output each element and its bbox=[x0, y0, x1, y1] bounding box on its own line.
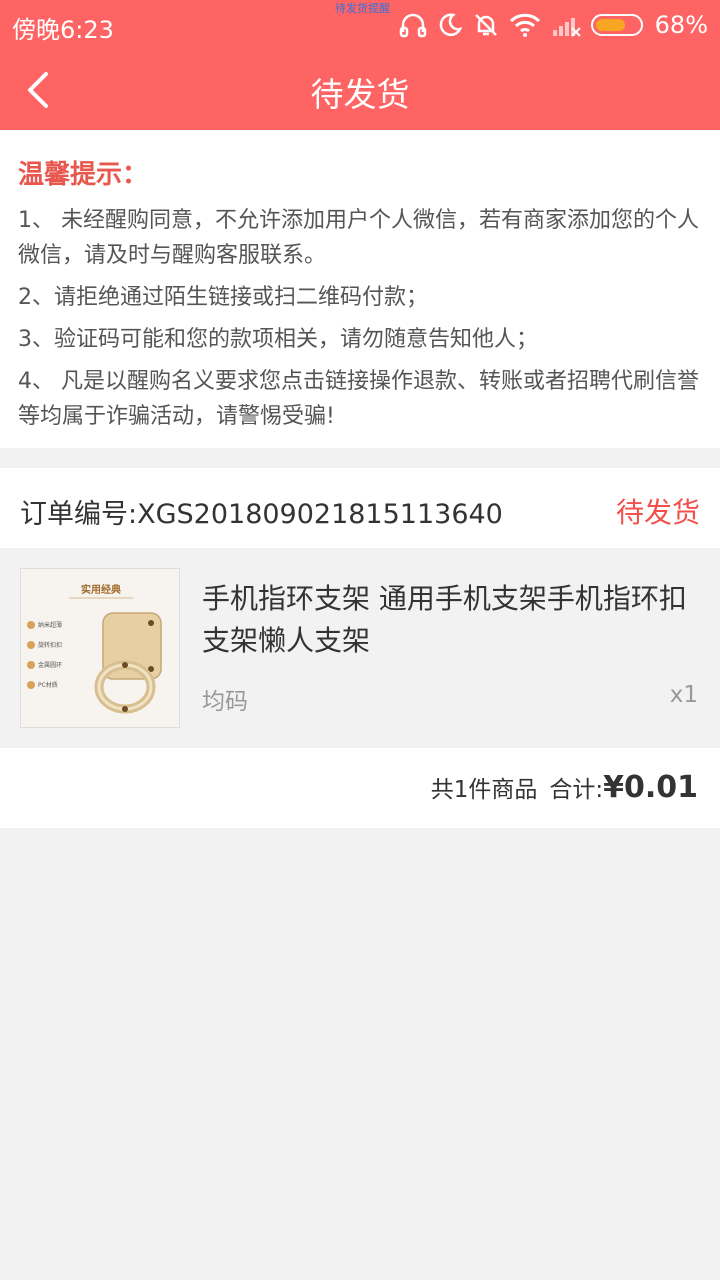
moon-icon bbox=[439, 13, 462, 36]
nav-bar: 待发货 bbox=[0, 50, 720, 130]
notice-item: 2、请拒绝通过陌生链接或扫二维码付款； bbox=[18, 285, 428, 310]
notice-item: 4、 凡是以醒购名义要求您点击链接操作退款、转账或者招聘代刷信誉等均属于诈骗活动… bbox=[18, 369, 699, 429]
status-notification-text: 待发货提醒 bbox=[335, 2, 390, 15]
status-bar: 傍晚6:23 待发货提醒 68% bbox=[0, 0, 720, 50]
notice-item: 3、验证码可能和您的款项相关，请勿随意告知他人； bbox=[18, 327, 538, 352]
image-feature: PC材质 bbox=[38, 681, 58, 689]
image-feature: 纳米超薄 bbox=[38, 621, 62, 629]
status-icons: 68% bbox=[399, 8, 708, 42]
notice-panel: 温馨提示： 1、 未经醒购同意，不允许添加用户个人微信，若有商家添加您的个人微信… bbox=[0, 130, 720, 448]
product-name: 手机指环支架 通用手机支架手机指环扣支架懒人支架 bbox=[202, 582, 687, 657]
battery-icon bbox=[590, 14, 643, 36]
total-label: 合计: bbox=[549, 777, 604, 803]
status-time: 傍晚6:23 bbox=[12, 16, 114, 44]
order-status: 待发货 bbox=[615, 496, 700, 529]
product-quantity: x1 bbox=[669, 682, 698, 708]
ring-holder-image: 实用经典 纳米超薄 旋转扣扣 金属圆环 PC材质 bbox=[21, 569, 179, 727]
order-number: 订单编号:XGS201809021815113640 bbox=[20, 499, 503, 530]
battery-fill bbox=[595, 19, 625, 31]
total-price: ¥0.01 bbox=[603, 770, 698, 805]
notice-item: 1、 未经醒购同意，不允许添加用户个人微信，若有商家添加您的个人微信，请及时与醒… bbox=[18, 208, 699, 268]
order-summary: 共1件商品 合计:¥0.01 bbox=[0, 748, 720, 828]
image-feature: 金属圆环 bbox=[38, 661, 62, 669]
notice-heading: 温馨提示： bbox=[18, 160, 149, 190]
product-image[interactable]: 实用经典 纳米超薄 旋转扣扣 金属圆环 PC材质 bbox=[20, 568, 180, 728]
headphones-icon bbox=[399, 13, 426, 38]
signal-icon bbox=[552, 18, 581, 37]
header-bar: 傍晚6:23 待发货提醒 68% 待发货 bbox=[0, 0, 720, 130]
order-item[interactable]: 实用经典 纳米超薄 旋转扣扣 金属圆环 PC材质 手机指环支架 通用手机支架手机… bbox=[0, 548, 720, 746]
image-title: 实用经典 bbox=[81, 583, 121, 596]
image-feature: 旋转扣扣 bbox=[38, 641, 62, 649]
bell-off-icon bbox=[474, 14, 497, 36]
battery-percent: 68% bbox=[654, 11, 708, 39]
order-header: 订单编号:XGS201809021815113640 待发货 bbox=[0, 468, 720, 548]
page-title: 待发货 bbox=[310, 75, 410, 114]
product-spec: 均码 bbox=[202, 689, 248, 715]
wifi-icon bbox=[509, 13, 540, 37]
summary-text: 共1件商品 合计:¥0.01 bbox=[431, 770, 698, 805]
item-count: 共1件商品 bbox=[430, 777, 538, 803]
